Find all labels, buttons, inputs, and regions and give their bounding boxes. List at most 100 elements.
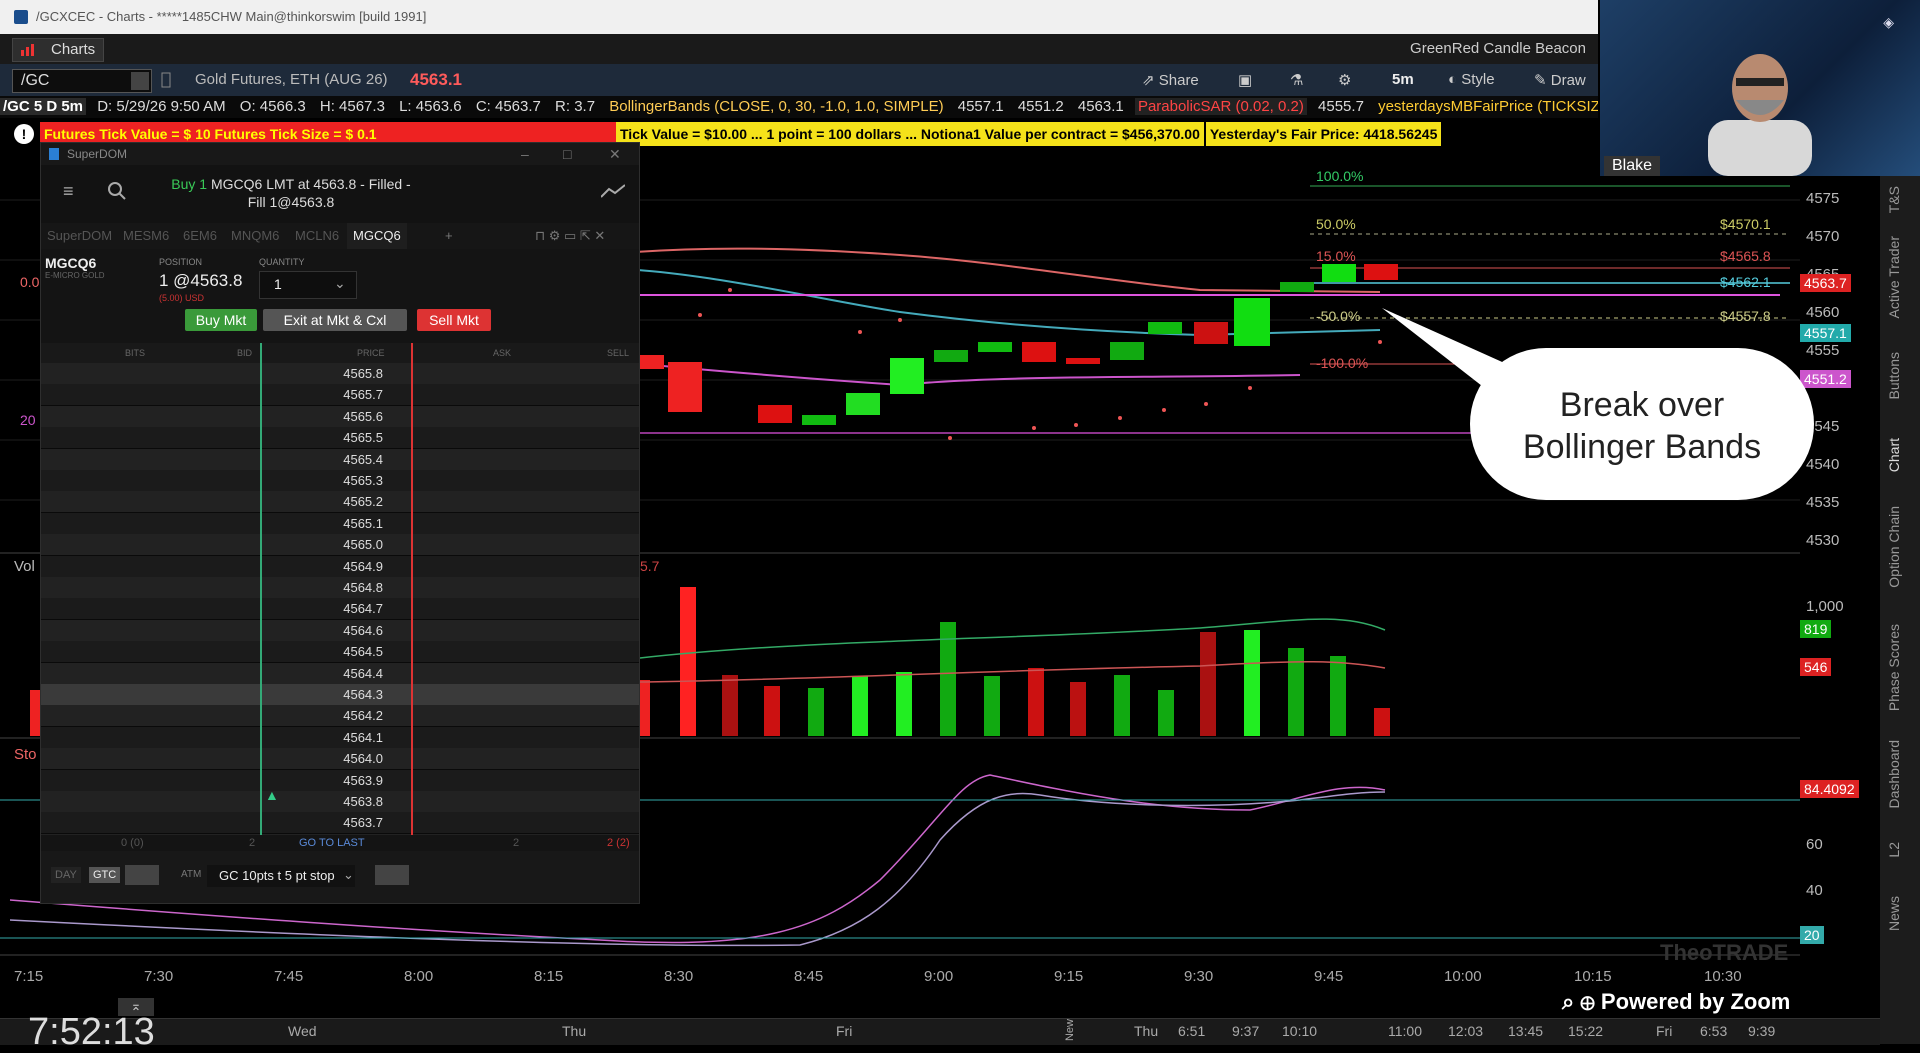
volume-axis-tick: 1,000 [1806,598,1844,615]
fib-neg50-price: $4557.8 [1720,308,1771,324]
time-tick: 10:15 [1574,968,1612,985]
side-tab-l2[interactable]: L2 [1886,842,1910,858]
stochastic-axis-tick: 40 [1806,882,1823,899]
ladder-row[interactable]: 4565.4 [41,448,639,471]
side-tab-phase-scores[interactable]: Phase Scores [1886,624,1910,711]
left-marker-a: 0.0 [20,274,40,290]
go-to-last-link[interactable]: GO TO LAST [299,835,365,851]
gear-icon[interactable]: ⚙ [1338,71,1351,89]
buy-market-button[interactable]: Buy Mkt [185,309,257,331]
quantity-value: 1 [274,276,282,292]
add-tab-icon[interactable]: + [445,223,453,249]
tab-superdom[interactable]: SuperDOM [47,223,112,249]
ladder-row[interactable]: 4565.6 [41,405,639,428]
ladder-price: 4564.4 [343,665,383,681]
time-navigator[interactable]: Wed Thu Fri New Thu 6:51 9:37 10:10 11:0… [0,1018,1880,1045]
ladder-row[interactable]: 4564.0 [41,748,639,771]
tif-gtc-button[interactable]: GTC [89,867,121,883]
tab-6em6[interactable]: 6EM6 [183,223,217,249]
bar-open: O: 4566.3 [239,98,306,115]
chart-timeframe-label[interactable]: /GC 5 D 5m [0,98,87,115]
ladder-row[interactable]: 4565.2 [41,491,639,514]
ladder-row[interactable]: 4563.7 [41,812,639,835]
menu-icon[interactable]: ≡ [63,181,74,202]
ladder-price: 4564.8 [343,580,383,595]
nav-new-label: New [1064,1019,1076,1042]
superdom-window[interactable]: SuperDOM – □ ✕ ≡ Buy 1 MGCQ6 LMT at 4563… [40,142,640,904]
parabolic-sar-study[interactable]: ParabolicSAR (0.02, 0.2) [1134,98,1307,115]
minimize-icon[interactable]: – [521,143,529,165]
ladder-row[interactable]: 4564.5 [41,641,639,664]
link-icon[interactable] [160,71,172,89]
ladder-price: 4563.8 [343,794,383,809]
bollinger-study[interactable]: BollingerBands (CLOSE, 0, 30, -1.0, 1.0,… [606,98,946,115]
ladder-row[interactable]: 4564.2 [41,705,639,728]
video-watermark-icon: ◈ [1883,14,1894,30]
ladder-row[interactable]: 4564.9 [41,555,639,578]
ladder-row[interactable]: 4565.3 [41,470,639,492]
chevron-down-icon[interactable]: ⌄ [343,867,354,883]
maximize-icon[interactable]: □ [563,143,571,165]
tab-charts-label: Charts [51,41,96,58]
thinkorswim-logo-icon [49,148,59,160]
ladder-price: 4564.0 [343,751,383,767]
ladder-row[interactable]: 4565.7 [41,384,639,407]
order-entry-panel: MGCQ6 E-MICRO GOLD POSITION 1 @4563.8 (5… [41,249,639,343]
fib-100-label: 100.0% [1316,168,1364,184]
style-button[interactable]: ◐ Style [1448,71,1495,88]
grid-icon[interactable]: ▣ [1238,71,1252,89]
timeframe-button[interactable]: 5m [1392,71,1414,88]
ladder-row[interactable]: 4564.8 [41,577,639,599]
chart-line-icon[interactable] [601,183,625,199]
draw-button[interactable]: ✎ Draw [1534,71,1586,89]
exit-market-cancel-button[interactable]: Exit at Mkt & Cxl [263,309,407,331]
tab-charts[interactable]: Charts [12,38,104,62]
chevron-down-icon[interactable]: ⌄ [334,275,346,292]
atm-edit-button[interactable] [375,865,409,885]
ask-divider [411,343,413,839]
position-pl: (5.00) USD [159,293,205,303]
tab-mcln6[interactable]: MCLN6 [295,223,339,249]
fair-price-study[interactable]: yesterdaysMBFairPrice (TICKSIZE, 1. [1375,98,1598,115]
side-tab-buttons[interactable]: Buttons [1886,352,1910,399]
toolbar-icons[interactable]: ⊓ ⚙ ▭ ⇱ ✕ [535,223,605,249]
zoom-icons[interactable]: ⌕ ⊕ [1562,989,1601,1014]
tab-mnqm6[interactable]: MNQM6 [231,223,279,249]
ladder-row[interactable]: 4565.1 [41,512,639,535]
price-ladder[interactable]: 4565.8 4565.7 4565.6 4565.5 4565.4 4565.3 4565… [41,363,639,839]
quantity-input[interactable]: 1 ⌄ [259,271,357,299]
side-tab-ts[interactable]: T&S [1886,186,1910,213]
ladder-row[interactable]: 4564.3 [41,684,639,706]
ladder-row[interactable]: 4563.8 [41,791,639,813]
atm-template-select[interactable]: GC 10pts t 5 pt stop ⌄ [207,865,355,887]
close-icon[interactable]: ✕ [609,143,621,165]
sell-market-button[interactable]: Sell Mkt [417,309,491,331]
nav-time: 6:51 [1178,1023,1206,1039]
ladder-row[interactable]: 4565.0 [41,534,639,557]
superdom-titlebar[interactable]: SuperDOM – □ ✕ [41,143,639,165]
ladder-row[interactable]: 4563.9 [41,769,639,792]
side-tab-news[interactable]: News [1886,896,1910,931]
tif-day-button[interactable]: DAY [51,867,81,883]
window-title: /GCXCEC - Charts - *****1485CHW Main@thi… [36,9,427,24]
ladder-row[interactable]: 4564.7 [41,598,639,621]
flask-icon[interactable]: ⚗ [1290,71,1303,89]
chevron-down-icon[interactable] [131,72,149,90]
side-tab-dashboard[interactable]: Dashboard [1886,740,1910,809]
ladder-row[interactable]: 4564.6 [41,619,639,642]
side-tab-option-chain[interactable]: Option Chain [1886,506,1910,588]
collapse-up-icon[interactable]: ⌅ [118,998,154,1016]
tab-mesm6[interactable]: MESM6 [123,223,169,249]
search-icon[interactable] [107,181,127,201]
ladder-row[interactable]: 4565.8 [41,363,639,385]
share-button[interactable]: ⇗ Share [1142,71,1199,89]
side-tab-active-trader[interactable]: Active Trader [1886,236,1910,318]
symbol-selector[interactable]: /GC [12,69,152,93]
tif-options-button[interactable] [125,865,159,885]
ladder-row[interactable]: 4564.4 [41,662,639,685]
dom-symbol: MGCQ6 [45,255,97,271]
ladder-row[interactable]: 4565.5 [41,427,639,450]
ladder-row[interactable]: 4564.1 [41,726,639,749]
tab-mgcq6[interactable]: MGCQ6 [347,223,407,249]
side-tab-chart[interactable]: Chart [1886,438,1910,472]
